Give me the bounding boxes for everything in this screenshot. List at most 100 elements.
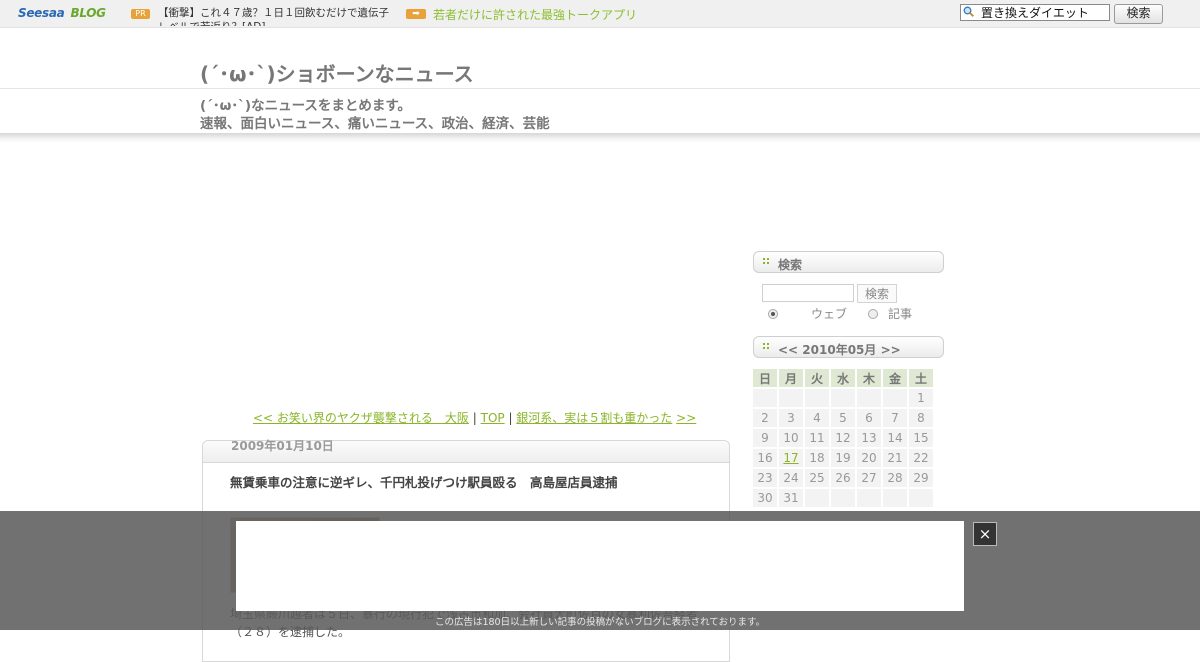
calendar-weekday: 金 (883, 369, 907, 387)
calendar-month: 2010年05月 (802, 343, 877, 357)
calendar-day: 12 (831, 429, 855, 447)
calendar-day-link[interactable]: 17 (779, 449, 803, 467)
calendar-weekday: 水 (831, 369, 855, 387)
calendar-weekday: 木 (857, 369, 881, 387)
calendar-empty-cell (883, 389, 907, 407)
next-article-link[interactable]: 銀河系、実は５割も重かった (516, 411, 672, 425)
pr-ad-link[interactable]: 【衝撃】これ４７歳？１日１回飲むだけで遺伝子レベルで若返り？[AD] (158, 6, 398, 26)
article-navigation: << お笑い界のヤクザ襲撃される 大阪 | TOP | 銀河系、実は５割も重かっ… (253, 409, 696, 426)
radio-article[interactable] (868, 309, 878, 319)
calendar-week-row: 1 (753, 389, 933, 407)
calendar-day: 13 (857, 429, 881, 447)
calendar-day: 21 (883, 449, 907, 467)
radio-web-label: ウェブ (811, 307, 848, 321)
sidebar-search-title: 検索 (778, 258, 803, 272)
calendar-day: 2 (753, 409, 777, 427)
header-divider (0, 88, 1200, 89)
calendar-week-row: 16 17 18 19 20 21 22 (753, 449, 933, 467)
calendar-empty-cell (831, 489, 855, 507)
ad-overlay: × この広告は180日以上新しい記事の投稿がないブログに表示されております。 (0, 511, 1200, 630)
close-icon[interactable]: × (973, 522, 997, 546)
calendar-next-link[interactable]: >> (881, 343, 901, 357)
calendar-weekday: 月 (779, 369, 803, 387)
top-search-input[interactable] (960, 4, 1110, 21)
logo-blog: BLOG (70, 6, 106, 20)
sidebar-search-input[interactable] (762, 284, 854, 302)
site-tagline-2: 速報、面白いニュース、痛いニュース、政治、経済、芸能 (200, 116, 550, 132)
calendar-empty-cell (909, 489, 933, 507)
calendar-day: 1 (909, 389, 933, 407)
article-title[interactable]: 無賃乗車の注意に逆ギレ、千円札投げつけ駅員殴る 高島屋店員逮捕 (230, 472, 618, 491)
dots-icon (763, 258, 771, 266)
calendar-day: 19 (831, 449, 855, 467)
nav-separator: | (504, 411, 517, 425)
sidebar-search-button[interactable]: 検索 (857, 284, 897, 303)
calendar-day: 9 (753, 429, 777, 447)
calendar-week-row: 2345678 (753, 409, 933, 427)
prev-article-link[interactable]: << お笑い界のヤクザ襲撃される 大阪 (253, 411, 469, 425)
logo-seesaa: Seesaa (18, 6, 65, 20)
ad-notice: この広告は180日以上新しい記事の投稿がないブログに表示されております。 (434, 617, 766, 628)
calendar-week-row: 30 31 (753, 489, 933, 507)
dots-icon (763, 343, 771, 351)
radio-web[interactable] (768, 309, 778, 319)
calendar-day: 6 (857, 409, 881, 427)
seesaa-blog-logo[interactable]: Seesaa BLOG (18, 6, 106, 20)
calendar-day: 28 (883, 469, 907, 487)
calendar-day: 7 (883, 409, 907, 427)
calendar-empty-cell (779, 389, 803, 407)
sidebar-search-heading: 検索 (753, 251, 944, 273)
top-link[interactable]: TOP (481, 411, 505, 425)
calendar-empty-cell (805, 389, 829, 407)
calendar-day: 15 (909, 429, 933, 447)
top-search-button[interactable]: 検索 (1114, 4, 1163, 24)
calendar-weekday-row: 日月火水木金土 (753, 369, 933, 387)
calendar-empty-cell (857, 389, 881, 407)
calendar-table: 日月火水木金土 1 2 3 4 5 6 7 8 9 10 11 12 13 14 15 16 17 18 19 20 2… (751, 367, 935, 509)
calendar-empty-cell (857, 489, 881, 507)
calendar-day: 18 (805, 449, 829, 467)
calendar-day: 27 (857, 469, 881, 487)
next-arrow-link[interactable]: >> (676, 411, 696, 425)
calendar-day: 8 (909, 409, 933, 427)
calendar-day: 3 (779, 409, 803, 427)
calendar-day: 20 (857, 449, 881, 467)
calendar-day: 25 (805, 469, 829, 487)
calendar-day: 24 (779, 469, 803, 487)
calendar-title: << 2010年05月 >> (778, 341, 901, 358)
calendar-day: 5 (831, 409, 855, 427)
calendar-empty-cell (805, 489, 829, 507)
calendar-empty-cell (753, 389, 777, 407)
calendar-day: 4 (805, 409, 829, 427)
calendar-prev-link[interactable]: << (778, 343, 798, 357)
calendar-weekday: 土 (909, 369, 933, 387)
radio-article-label: 記事 (888, 307, 913, 321)
header-shadow (0, 133, 1200, 143)
calendar-week-row: 9 10 11 12 13 14 15 (753, 429, 933, 447)
arrow-right-icon: ➡ (406, 9, 426, 19)
ad-banner[interactable] (236, 521, 964, 611)
calendar-day: 22 (909, 449, 933, 467)
article-date: 2009年01月10日 (231, 439, 334, 453)
nav-separator: | (468, 411, 481, 425)
sidebar-calendar-heading: << 2010年05月 >> (753, 336, 944, 358)
calendar-day: 31 (779, 489, 803, 507)
calendar-day: 30 (753, 489, 777, 507)
calendar-day: 26 (831, 469, 855, 487)
search-icon (963, 6, 974, 17)
calendar-day: 14 (883, 429, 907, 447)
site-title[interactable]: (´･ω･`)ショボーンなニュース (200, 58, 474, 87)
talk-app-link[interactable]: 若者だけに許された最強トークアプリ (433, 6, 637, 23)
calendar-weekday: 日 (753, 369, 777, 387)
calendar-day: 16 (753, 449, 777, 467)
site-tagline-1: (´･ω･`)なニュースをまとめます。 (200, 98, 412, 114)
calendar-week-row: 23 24 25 26 27 28 29 (753, 469, 933, 487)
pr-badge: PR (131, 9, 150, 19)
calendar-empty-cell (831, 389, 855, 407)
calendar-empty-cell (883, 489, 907, 507)
calendar-day: 10 (779, 429, 803, 447)
top-bar: Seesaa BLOG PR 【衝撃】これ４７歳？１日１回飲むだけで遺伝子レベルで… (0, 0, 1200, 28)
calendar-weekday: 火 (805, 369, 829, 387)
calendar-day: 23 (753, 469, 777, 487)
calendar-day: 29 (909, 469, 933, 487)
